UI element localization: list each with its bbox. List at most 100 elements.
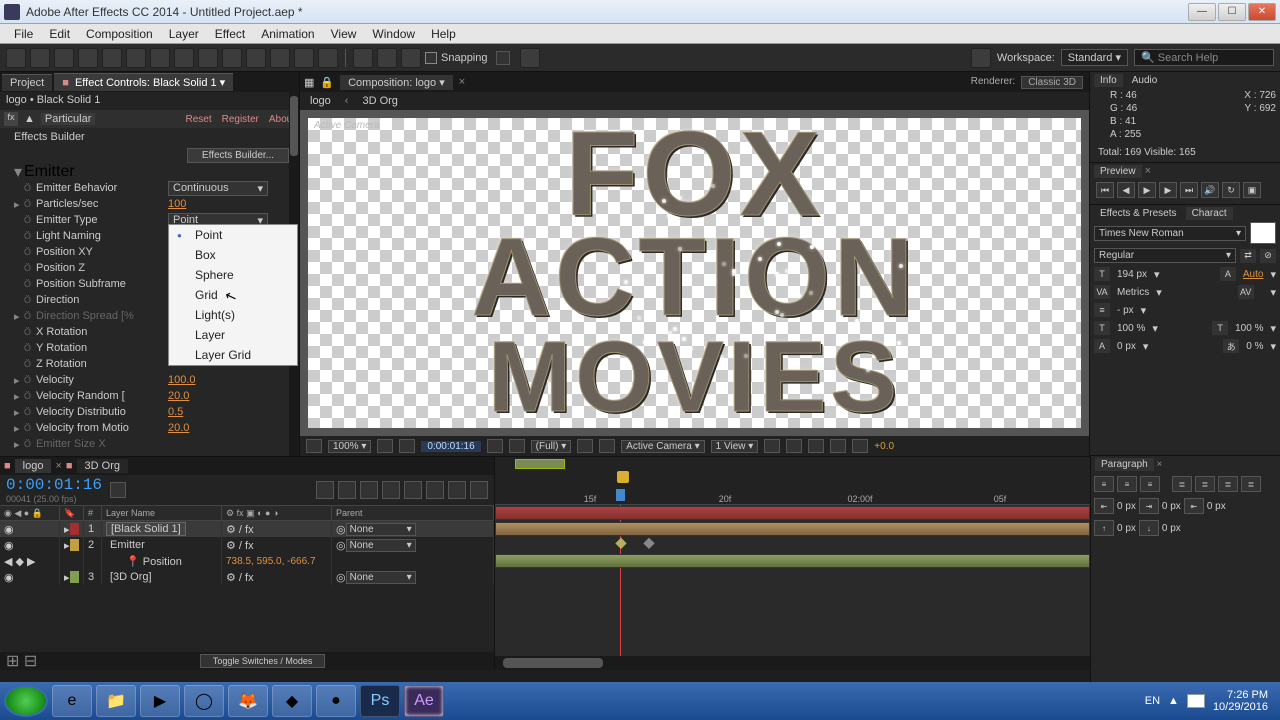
flow-tab-logo[interactable]: logo [310, 95, 331, 107]
timeline-scrollbar[interactable] [495, 656, 1090, 670]
snapping-toggle[interactable]: Snapping [425, 51, 510, 65]
stroke-width-value[interactable]: - px [1114, 305, 1137, 316]
tray-flag-icon[interactable]: ▲ [1168, 695, 1179, 707]
brainstorm-icon[interactable] [448, 481, 466, 499]
local-axis-icon[interactable] [353, 48, 373, 68]
grid-icon[interactable] [377, 439, 393, 453]
space-before-value[interactable]: 0 px [1117, 523, 1136, 534]
effects-builder-button[interactable]: Effects Builder... [187, 148, 289, 163]
taskbar-chrome-icon[interactable]: ◯ [184, 685, 224, 717]
timeline-icon[interactable] [808, 439, 824, 453]
effects-presets-tab[interactable]: Effects & Presets [1094, 207, 1183, 220]
tray-time[interactable]: 7:26 PM [1213, 689, 1268, 701]
play-icon[interactable]: ▶ [1138, 182, 1156, 198]
align-right-icon[interactable]: ≡ [1140, 476, 1160, 492]
composition-tab[interactable]: Composition: logo ▾ [340, 75, 453, 90]
fill-color-swatch[interactable] [1250, 222, 1276, 244]
layer-bar[interactable] [495, 506, 1090, 520]
maximize-button[interactable]: ☐ [1218, 3, 1246, 21]
dropdown-item-layer-grid[interactable]: Layer Grid [169, 345, 297, 365]
layer-bar[interactable] [495, 554, 1090, 568]
audio-tab[interactable]: Audio [1126, 74, 1164, 87]
vscale-value[interactable]: 100 % [1114, 323, 1148, 334]
work-area-bar[interactable] [515, 459, 565, 469]
tsume-value[interactable]: 0 % [1243, 341, 1266, 352]
pan-behind-tool-icon[interactable] [126, 48, 146, 68]
reset-link[interactable]: Reset [185, 114, 211, 125]
comp-mini-flowchart-icon[interactable] [316, 481, 334, 499]
prop-velocity-from-motio[interactable]: ▸ÖVelocity from Motio20.0 [0, 420, 299, 436]
menu-edit[interactable]: Edit [41, 27, 78, 41]
last-frame-icon[interactable]: ⏭ [1180, 182, 1198, 198]
justify-left-icon[interactable]: ≣ [1172, 476, 1192, 492]
frame-blend-toggle-icon[interactable]: ⊞ ⊟ [6, 651, 37, 671]
emitter-group[interactable]: ▾Emitter [0, 164, 299, 180]
menu-layer[interactable]: Layer [161, 27, 207, 41]
misc-tool-icon[interactable] [520, 48, 540, 68]
snapshot-icon[interactable] [487, 439, 503, 453]
camera-tool-icon[interactable] [102, 48, 122, 68]
snapping-opts-icon[interactable] [496, 51, 510, 65]
comp-marker-icon[interactable] [617, 471, 629, 483]
shape-tool-icon[interactable] [150, 48, 170, 68]
dropdown-item-sphere[interactable]: Sphere [169, 265, 297, 285]
tray-lang[interactable]: EN [1145, 695, 1160, 707]
keyframe-icon[interactable] [615, 538, 626, 549]
align-left-icon[interactable]: ≡ [1094, 476, 1114, 492]
lock-icon[interactable]: 🔒 [320, 76, 334, 89]
channel-icon[interactable] [509, 439, 525, 453]
tracking-value[interactable] [1258, 287, 1267, 298]
timeline-tab-3dorg[interactable]: 3D Org [77, 459, 128, 473]
align-center-icon[interactable]: ≡ [1117, 476, 1137, 492]
minimize-button[interactable]: — [1188, 3, 1216, 21]
next-frame-icon[interactable]: ▶ [1159, 182, 1177, 198]
checkbox-icon[interactable] [425, 52, 437, 64]
dropdown-item-light-s-[interactable]: Light(s) [169, 305, 297, 325]
font-style-selector[interactable]: Regular▾ [1094, 248, 1236, 263]
parent-header[interactable]: Parent [332, 506, 494, 520]
tray-date[interactable]: 10/29/2016 [1213, 701, 1268, 713]
prop-velocity-random-[interactable]: ▸ÖVelocity Random [20.0 [0, 388, 299, 404]
first-frame-icon[interactable]: ⏮ [1096, 182, 1114, 198]
menu-file[interactable]: File [6, 27, 41, 41]
prop-particles-sec[interactable]: ▸ÖParticles/sec100 [0, 196, 299, 212]
space-after-value[interactable]: 0 px [1162, 523, 1181, 534]
character-tab[interactable]: Charact [1186, 207, 1233, 220]
toggle-switches-button[interactable]: Toggle Switches / Modes [200, 654, 326, 668]
taskbar-explorer-icon[interactable]: 📁 [96, 685, 136, 717]
project-tab[interactable]: Project [2, 74, 52, 91]
pen-tool-icon[interactable] [174, 48, 194, 68]
workspace-selector[interactable]: Standard ▾ [1061, 49, 1128, 66]
magnify-icon[interactable] [306, 439, 322, 453]
timeline-layer-row[interactable]: ◉▸ 1[Black Solid 1]⚙ / fx◎ None▾ [0, 521, 494, 537]
effect-name[interactable]: Particular [41, 113, 95, 125]
menu-view[interactable]: View [323, 27, 365, 41]
rotate-tool-icon[interactable] [78, 48, 98, 68]
flowchart-icon[interactable] [830, 439, 846, 453]
register-link[interactable]: Register [222, 114, 259, 125]
effect-controls-tab[interactable]: ■ Effect Controls: Black Solid 1 ▾ [54, 73, 233, 91]
exposure-value[interactable]: +0.0 [874, 441, 894, 452]
menu-composition[interactable]: Composition [78, 27, 161, 41]
panel-menu-icon[interactable]: ▦ [304, 76, 314, 89]
tab-close-icon[interactable]: × [459, 76, 465, 88]
menu-help[interactable]: Help [423, 27, 464, 41]
composition-viewer[interactable]: Active Camera FOX ACTION MOVIES [300, 110, 1089, 436]
indent-first-value[interactable]: 0 px [1162, 501, 1181, 512]
dropdown-item-point[interactable]: Point [169, 225, 297, 245]
hscale-value[interactable]: 100 % [1232, 323, 1266, 334]
info-tab[interactable]: Info [1094, 74, 1123, 87]
camera-selector[interactable]: Active Camera ▾ [621, 440, 704, 453]
auto-keyframe-icon[interactable] [470, 481, 488, 499]
taskbar-app1-icon[interactable]: ◆ [272, 685, 312, 717]
timeline-layer-row[interactable]: ◉▸ 2Emitter⚙ / fx◎ None▾ [0, 537, 494, 553]
graph-editor-icon[interactable] [426, 481, 444, 499]
loop-icon[interactable]: ↻ [1222, 182, 1240, 198]
taskbar-firefox-icon[interactable]: 🦊 [228, 685, 268, 717]
layer-bar[interactable] [495, 522, 1090, 536]
close-button[interactable]: ✕ [1248, 3, 1276, 21]
kerning-value[interactable]: Metrics [1114, 287, 1152, 298]
no-stroke-icon[interactable]: ⊘ [1260, 249, 1276, 263]
swap-colors-icon[interactable]: ⇄ [1240, 249, 1256, 263]
keyframe-icon[interactable] [643, 538, 654, 549]
